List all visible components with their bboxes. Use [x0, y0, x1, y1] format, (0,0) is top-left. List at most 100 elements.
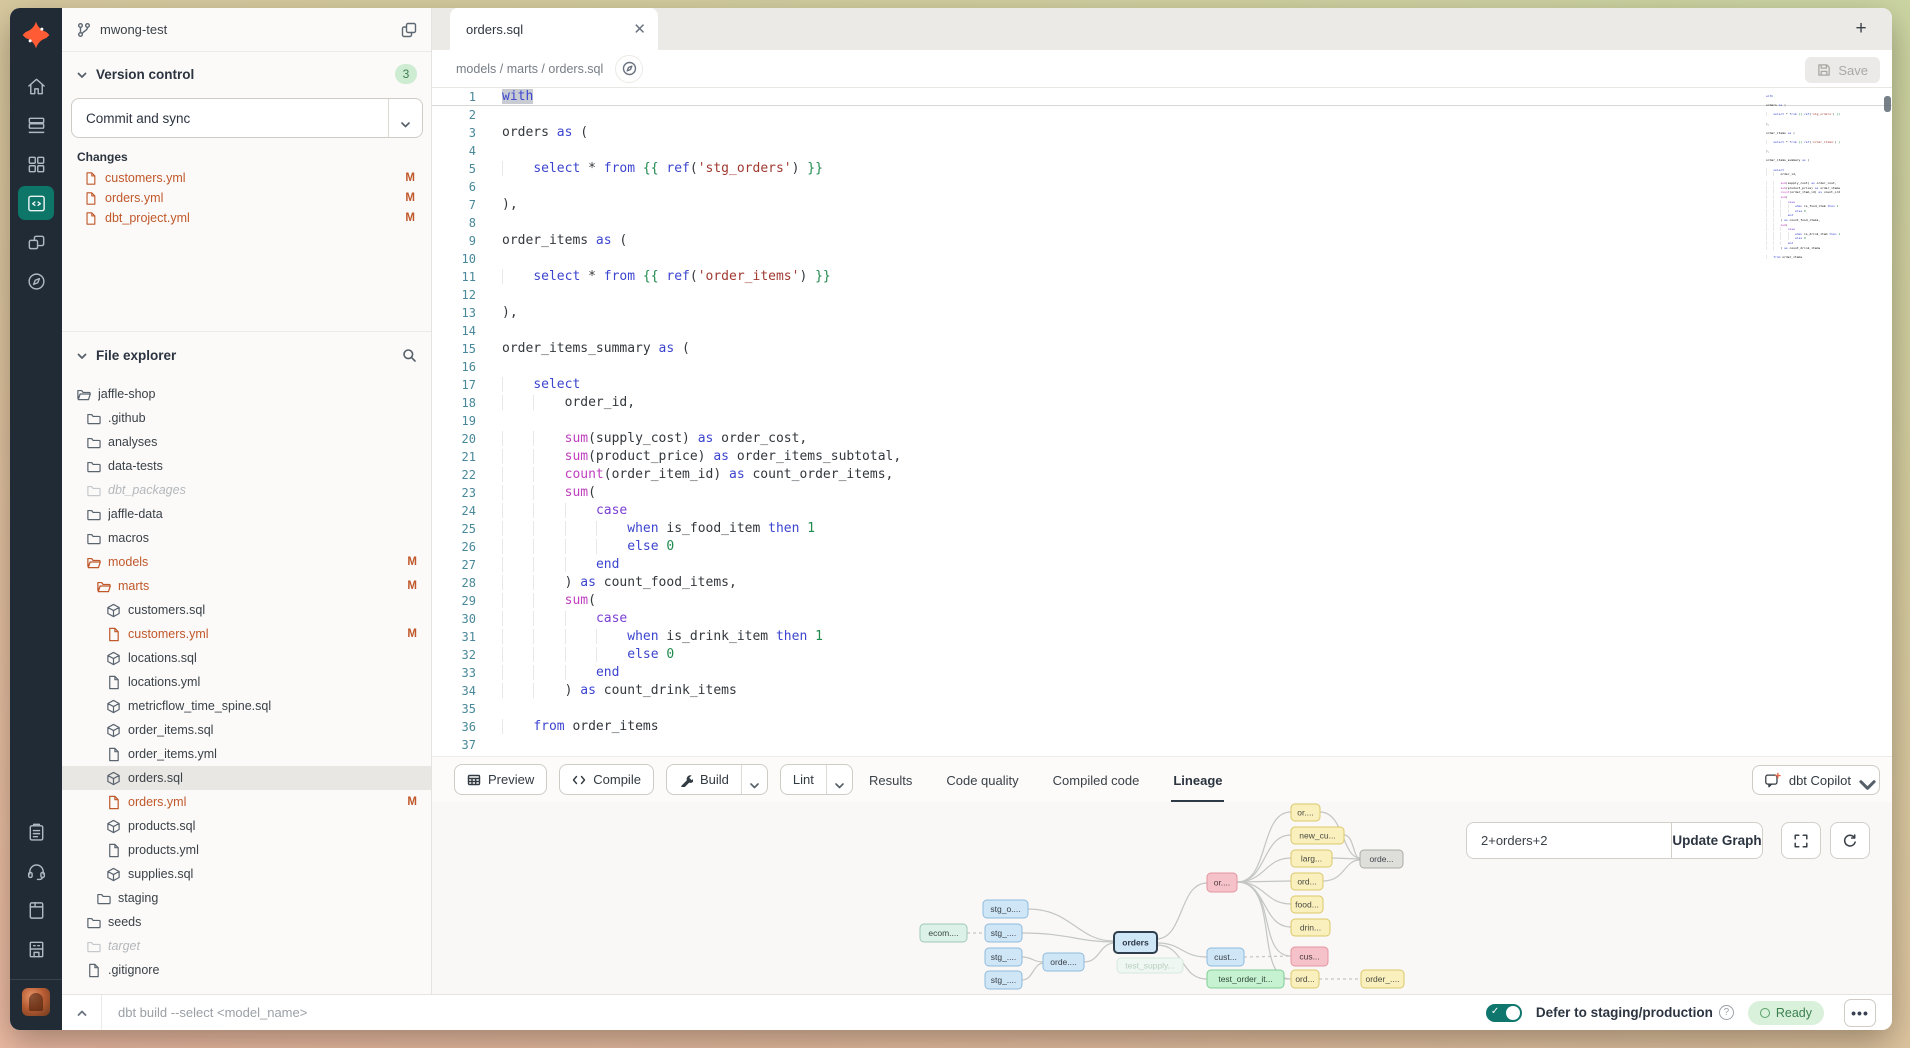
defer-toggle[interactable]: ✓ [1486, 1004, 1522, 1022]
expand-command-bar-chevron[interactable] [62, 995, 102, 1030]
code-line-28[interactable]: 28 ) as count_food_items, [432, 574, 1892, 592]
dbt-logo-icon[interactable] [21, 20, 51, 50]
new-tab-button[interactable]: + [1848, 16, 1874, 42]
code-line-30[interactable]: 30 case [432, 610, 1892, 628]
commit-and-sync-button[interactable]: Commit and sync [71, 98, 423, 138]
code-line-23[interactable]: 23 sum( [432, 484, 1892, 502]
lineage-node-stg-3[interactable]: stg_.... [985, 948, 1022, 966]
code-line-13[interactable]: 13), [432, 304, 1892, 322]
code-line-29[interactable]: 29 sum( [432, 592, 1892, 610]
lineage-node-ord-y2[interactable]: ord... [1291, 970, 1319, 988]
copy-files-icon[interactable] [401, 22, 417, 38]
code-line-2[interactable]: 2 [432, 106, 1892, 124]
code-line-35[interactable]: 35 [432, 700, 1892, 718]
rail-item-apps-grid[interactable] [18, 147, 54, 181]
user-avatar[interactable] [22, 988, 50, 1016]
tree-item-analyses[interactable]: analyses [62, 430, 431, 454]
command-input-placeholder[interactable]: dbt build --select <model_name> [118, 1005, 1486, 1020]
code-line-20[interactable]: 20 sum(supply_cost) as order_cost, [432, 430, 1892, 448]
code-line-24[interactable]: 24 case [432, 502, 1892, 520]
lint-button[interactable]: Lint [780, 764, 853, 795]
lineage-node-food[interactable]: food... [1291, 896, 1323, 913]
code-line-14[interactable]: 14 [432, 322, 1892, 340]
rail-item-tasks[interactable] [18, 815, 54, 849]
dbt-copilot-button[interactable]: dbt Copilot [1752, 765, 1880, 795]
rail-item-support[interactable] [18, 854, 54, 888]
code-line-27[interactable]: 27 end [432, 556, 1892, 574]
build-button[interactable]: Build [666, 764, 768, 795]
editor-minimap[interactable]: with orders as ( select * from {{ ref('s… [1766, 94, 1840, 270]
lineage-node-orders[interactable]: orders [1114, 932, 1157, 953]
tree-item-.github[interactable]: .github [62, 406, 431, 430]
open-in-explorer-icon[interactable] [615, 55, 643, 83]
rail-item-environments[interactable] [18, 225, 54, 259]
tree-item-products.sql[interactable]: products.sql [62, 814, 431, 838]
lineage-filter-input[interactable] [1467, 823, 1671, 858]
tree-item-seeds[interactable]: seeds [62, 910, 431, 934]
lineage-node-larg[interactable]: larg... [1291, 850, 1332, 867]
tree-item-marts[interactable]: martsM [62, 574, 431, 598]
code-line-7[interactable]: 7), [432, 196, 1892, 214]
code-line-36[interactable]: 36 from order_items [432, 718, 1892, 736]
help-icon[interactable]: ? [1719, 1005, 1734, 1020]
tree-item-jaffle-data[interactable]: jaffle-data [62, 502, 431, 526]
search-icon[interactable] [402, 348, 417, 363]
tree-item-locations.sql[interactable]: locations.sql [62, 646, 431, 670]
tree-item-order-items.yml[interactable]: order_items.yml [62, 742, 431, 766]
code-line-4[interactable]: 4 [432, 142, 1892, 160]
rail-item-deploy-jobs[interactable] [18, 108, 54, 142]
rail-item-documentation[interactable] [18, 893, 54, 927]
code-line-6[interactable]: 6 [432, 178, 1892, 196]
code-line-11[interactable]: 11 select * from {{ ref('order_items') }… [432, 268, 1892, 286]
lineage-node-cust[interactable]: cust... [1207, 948, 1244, 966]
update-graph-button[interactable]: Update Graph [1671, 823, 1762, 858]
tab-compiled-code[interactable]: Compiled code [1053, 757, 1140, 803]
code-line-37[interactable]: 37 [432, 736, 1892, 754]
lineage-node-or-y[interactable]: or.... [1291, 804, 1320, 821]
preview-button[interactable]: Preview [454, 764, 547, 795]
more-options-button[interactable]: ••• [1844, 999, 1876, 1027]
tab-code-quality[interactable]: Code quality [946, 757, 1018, 803]
code-line-16[interactable]: 16 [432, 358, 1892, 376]
tree-item-staging[interactable]: staging [62, 886, 431, 910]
code-line-34[interactable]: 34 ) as count_drink_items [432, 682, 1892, 700]
tree-item-locations.yml[interactable]: locations.yml [62, 670, 431, 694]
tree-item-data-tests[interactable]: data-tests [62, 454, 431, 478]
tab-results[interactable]: Results [869, 757, 912, 803]
file-explorer-header[interactable]: File explorer [62, 339, 431, 371]
lineage-node-ord-y[interactable]: ord... [1291, 873, 1323, 890]
lineage-node-cus-pink[interactable]: cus... [1291, 947, 1328, 966]
tree-item-supplies.sql[interactable]: supplies.sql [62, 862, 431, 886]
fullscreen-button[interactable] [1781, 822, 1821, 859]
tree-item-orders.sql[interactable]: orders.sql [62, 766, 431, 790]
branch-name[interactable]: mwong-test [100, 22, 401, 37]
tree-item-dbt-packages[interactable]: dbt_packages [62, 478, 431, 502]
tree-item-models[interactable]: modelsM [62, 550, 431, 574]
rail-item-develop-ide[interactable] [18, 186, 54, 220]
code-line-25[interactable]: 25 when is_food_item then 1 [432, 520, 1892, 538]
compile-button[interactable]: Compile [559, 764, 654, 795]
tree-item-customers.yml[interactable]: customers.ymlM [62, 622, 431, 646]
code-line-32[interactable]: 32 else 0 [432, 646, 1892, 664]
tree-item-metricflow-time-spine.sql[interactable]: metricflow_time_spine.sql [62, 694, 431, 718]
lineage-node-order-items[interactable]: orde.... [1043, 953, 1084, 971]
lineage-node-stg-2[interactable]: stg_.... [985, 924, 1022, 942]
rail-item-marketplace[interactable] [18, 932, 54, 966]
close-tab-icon[interactable]: ✕ [633, 20, 646, 38]
code-line-19[interactable]: 19 [432, 412, 1892, 430]
code-line-9[interactable]: 9order_items as ( [432, 232, 1892, 250]
tree-item-target[interactable]: target [62, 934, 431, 958]
save-button[interactable]: Save [1805, 57, 1880, 83]
changed-file-dbt_project.yml[interactable]: dbt_project.ymlM [62, 208, 431, 228]
code-line-10[interactable]: 10 [432, 250, 1892, 268]
rail-item-explore[interactable] [18, 264, 54, 298]
code-line-8[interactable]: 8 [432, 214, 1892, 232]
code-line-15[interactable]: 15order_items_summary as ( [432, 340, 1892, 358]
lineage-node-ecom[interactable]: ecom.... [920, 924, 967, 942]
lineage-node-order-far[interactable]: order_.... [1361, 970, 1404, 988]
tree-item-jaffle-shop[interactable]: jaffle-shop [62, 382, 431, 406]
lineage-node-stg-4[interactable]: stg_.... [985, 971, 1022, 989]
tree-item-orders.yml[interactable]: orders.ymlM [62, 790, 431, 814]
lineage-node-test-supply[interactable]: test_supply... [1117, 958, 1183, 973]
code-line-5[interactable]: 5 select * from {{ ref('stg_orders') }} [432, 160, 1892, 178]
